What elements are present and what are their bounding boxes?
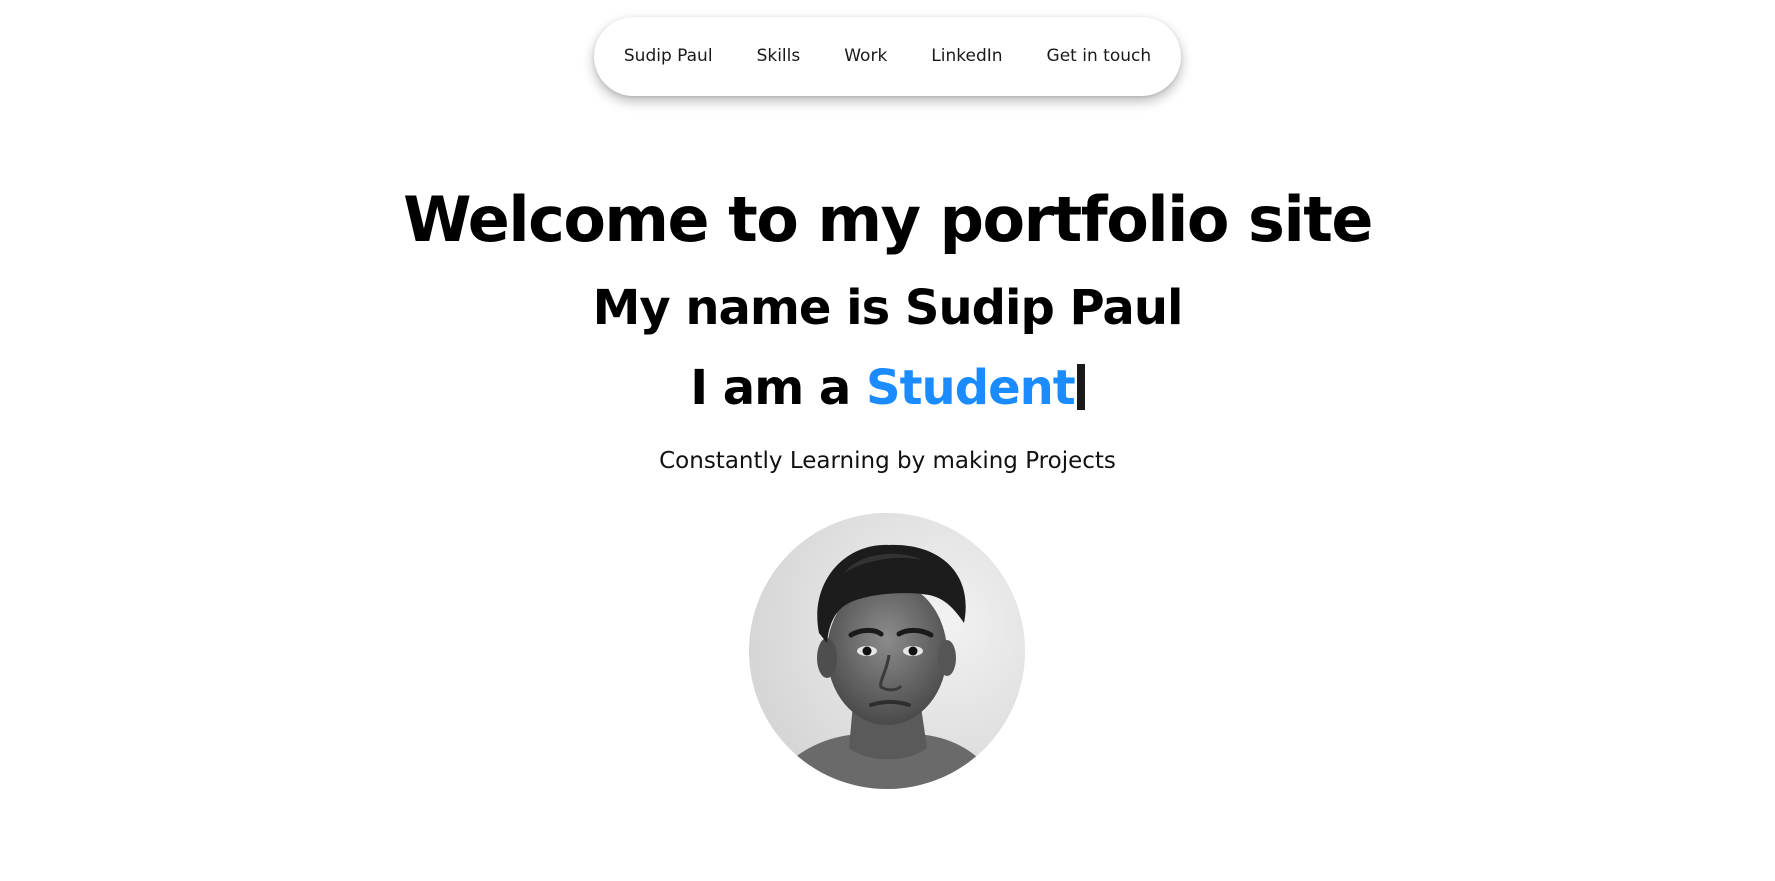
welcome-heading: Welcome to my portfolio site	[403, 183, 1373, 256]
text-cursor-icon	[1076, 364, 1085, 410]
portfolio-page: Sudip Paul Skills Work LinkedIn Get in t…	[0, 0, 1775, 881]
profile-photo	[749, 513, 1025, 789]
role-heading: I am a Student	[0, 358, 1775, 418]
nav-link-home[interactable]: Sudip Paul	[602, 17, 735, 96]
nav-link-skills[interactable]: Skills	[735, 17, 823, 96]
nav-link-linkedin[interactable]: LinkedIn	[909, 17, 1024, 96]
top-navbar: Sudip Paul Skills Work LinkedIn Get in t…	[594, 17, 1181, 96]
nav-link-work[interactable]: Work	[822, 17, 909, 96]
name-heading: My name is Sudip Paul	[592, 280, 1184, 336]
nav-link-contact[interactable]: Get in touch	[1025, 17, 1174, 96]
tagline: Constantly Learning by making Projects	[659, 448, 1116, 474]
role-word-typed: Student	[866, 360, 1076, 416]
avatar	[749, 513, 1025, 789]
role-prefix: I am a	[690, 360, 867, 416]
